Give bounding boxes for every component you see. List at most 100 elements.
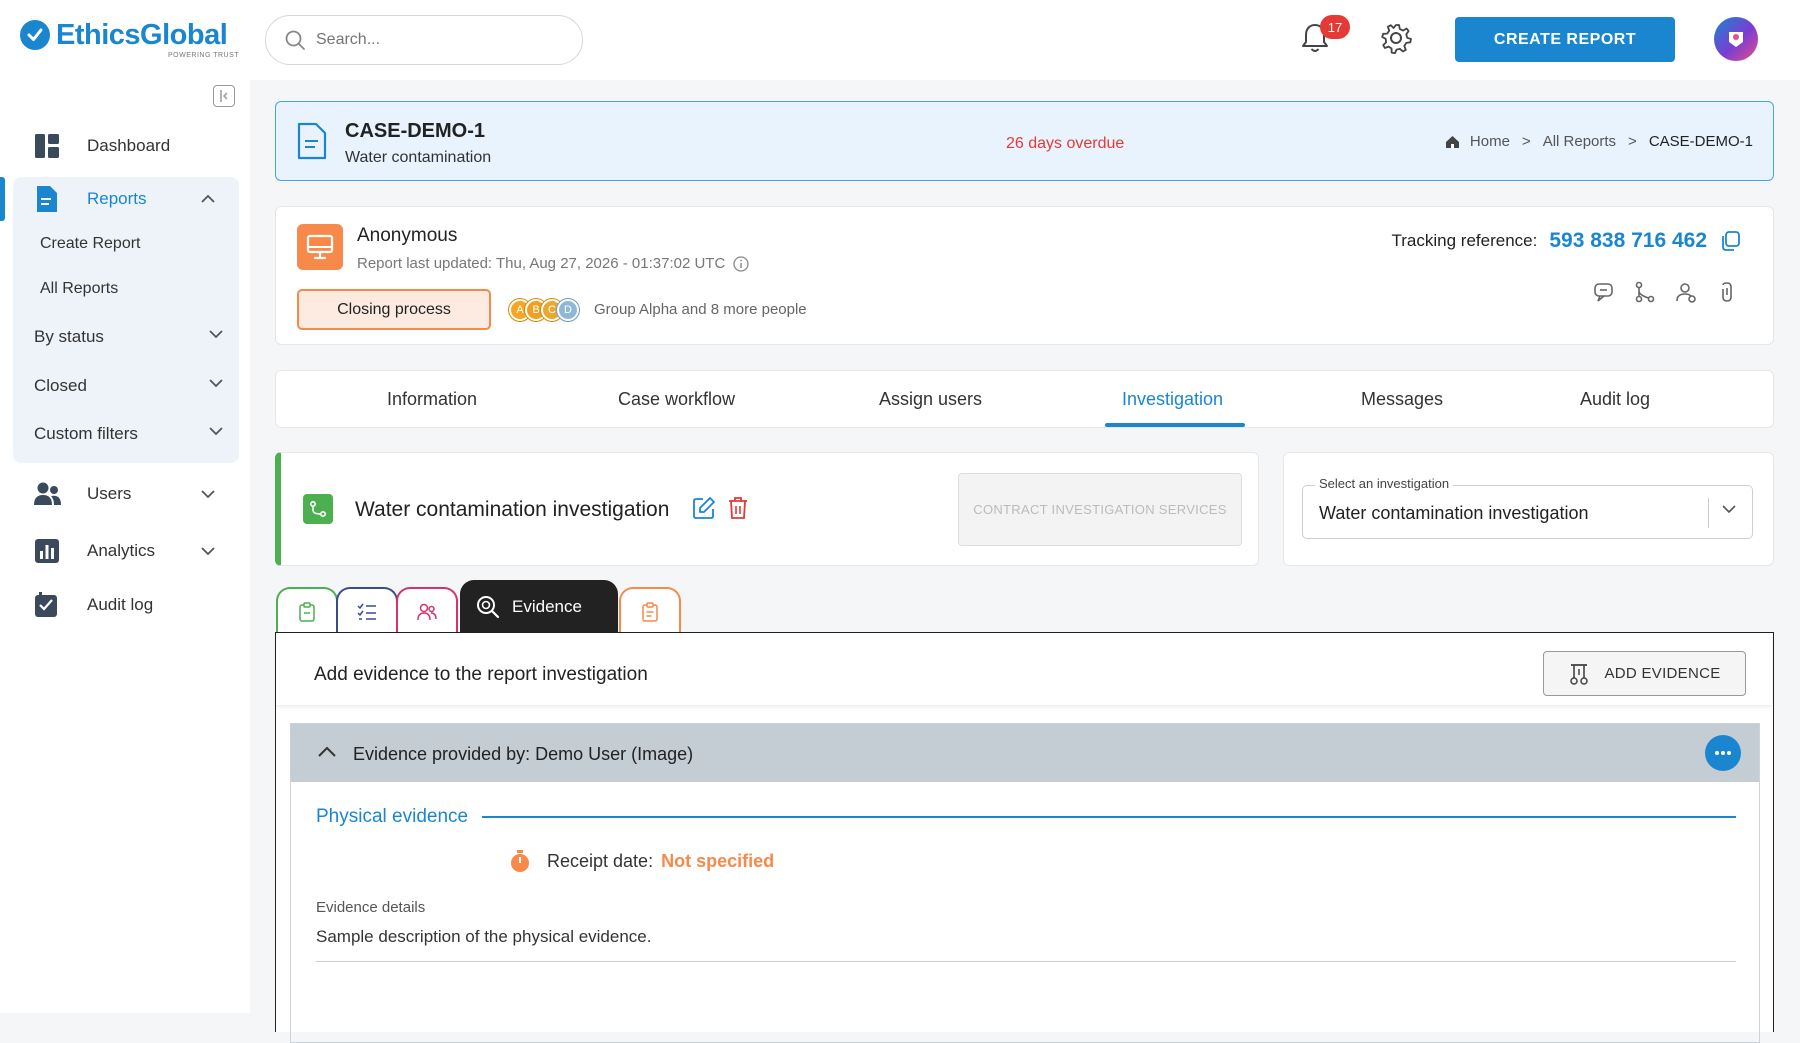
sidebar-item-label: Users bbox=[87, 484, 132, 503]
sidebar-filter-custom[interactable]: Custom filters bbox=[34, 424, 224, 444]
sidebar-item-label: Audit log bbox=[87, 595, 154, 614]
subtab-checklist[interactable] bbox=[336, 587, 398, 634]
evidence-item-title: Evidence provided by: Demo User (Image) bbox=[353, 744, 694, 764]
tab-assign-users[interactable]: Assign users bbox=[879, 389, 982, 410]
breadcrumb: Home > All Reports > CASE-DEMO-1 bbox=[1445, 133, 1753, 150]
chevron-down-icon bbox=[208, 426, 224, 436]
sidebar-item-users[interactable]: Users bbox=[0, 467, 250, 521]
tab-messages[interactable]: Messages bbox=[1361, 389, 1443, 410]
tracking-value: 593 838 716 462 bbox=[1549, 229, 1707, 252]
section-divider bbox=[316, 816, 1736, 818]
chevron-up-icon[interactable] bbox=[317, 744, 337, 758]
people-icon bbox=[417, 603, 437, 621]
delete-icon[interactable] bbox=[727, 496, 749, 520]
investigation-title: Water contamination investigation bbox=[355, 498, 670, 521]
attachment-icon[interactable] bbox=[1716, 281, 1738, 303]
brand-logo[interactable]: EthicsGlobal POWERING TRUST bbox=[20, 20, 239, 59]
evidence-add-icon bbox=[1570, 663, 1589, 685]
info-icon[interactable] bbox=[733, 255, 749, 272]
receipt-date: Receipt date: Not specified bbox=[509, 849, 774, 873]
stopwatch-icon bbox=[509, 849, 531, 873]
investigation-card: Water contamination investigation CONTRA… bbox=[275, 452, 1259, 566]
case-document-icon bbox=[296, 122, 328, 160]
subtab-label: Evidence bbox=[512, 597, 582, 616]
computer-monitor-icon bbox=[297, 224, 343, 270]
user-avatar[interactable] bbox=[1714, 17, 1758, 61]
sidebar-subitem-create-report[interactable]: Create Report bbox=[40, 235, 141, 253]
select-value: Water contamination investigation bbox=[1319, 503, 1589, 523]
search-input[interactable] bbox=[316, 31, 556, 49]
chevron-down-icon bbox=[200, 546, 216, 556]
subtab-summary[interactable] bbox=[276, 587, 338, 634]
user-assign-icon[interactable] bbox=[1675, 281, 1697, 303]
collapse-sidebar-icon[interactable] bbox=[213, 85, 235, 107]
sidebar-filter-closed[interactable]: Closed bbox=[34, 376, 224, 396]
details-divider bbox=[316, 961, 1736, 962]
assigned-group-text[interactable]: Group Alpha and 8 more people bbox=[594, 301, 807, 318]
chevron-up-icon[interactable] bbox=[200, 194, 216, 204]
create-report-button[interactable]: CREATE REPORT bbox=[1455, 17, 1675, 62]
case-header: CASE-DEMO-1 Water contamination 26 days … bbox=[275, 101, 1774, 181]
more-options-icon[interactable] bbox=[1705, 735, 1741, 771]
tab-investigation[interactable]: Investigation bbox=[1122, 389, 1223, 410]
select-divider bbox=[1708, 498, 1709, 528]
users-icon bbox=[34, 481, 62, 507]
edit-icon[interactable] bbox=[692, 496, 716, 520]
report-action-icons bbox=[1574, 281, 1738, 303]
sidebar-subitem-all-reports[interactable]: All Reports bbox=[40, 280, 118, 298]
sidebar-item-reports[interactable]: Reports bbox=[0, 172, 250, 226]
notification-count-badge: 17 bbox=[1320, 15, 1350, 39]
case-subtitle: Water contamination bbox=[345, 149, 492, 166]
contract-investigation-services-button[interactable]: CONTRACT INVESTIGATION SERVICES bbox=[958, 473, 1242, 546]
chevron-down-icon[interactable] bbox=[1721, 504, 1737, 514]
receipt-date-value: Not specified bbox=[661, 850, 775, 871]
tab-audit-log[interactable]: Audit log bbox=[1580, 389, 1650, 410]
add-evidence-button[interactable]: ADD EVIDENCE bbox=[1543, 651, 1746, 696]
user-bubble: D bbox=[557, 299, 579, 321]
evidence-item-header[interactable]: Evidence provided by: Demo User (Image) bbox=[291, 724, 1759, 782]
workflow-icon[interactable] bbox=[1634, 281, 1656, 303]
evidence-panel-header: Add evidence to the report investigation… bbox=[276, 633, 1772, 705]
investigation-select-card: Select an investigation Water contaminat… bbox=[1283, 452, 1774, 566]
chevron-down-icon bbox=[208, 378, 224, 388]
clipboard-icon bbox=[298, 601, 316, 622]
tab-case-workflow[interactable]: Case workflow bbox=[618, 389, 735, 410]
subtab-report-summary[interactable] bbox=[619, 587, 681, 634]
active-tab-indicator bbox=[1105, 423, 1245, 427]
sidebar-item-analytics[interactable]: Analytics bbox=[0, 524, 250, 578]
sidebar-filter-by-status[interactable]: By status bbox=[34, 327, 224, 347]
breadcrumb-all-reports[interactable]: All Reports bbox=[1543, 133, 1616, 150]
evidence-details-label: Evidence details bbox=[316, 899, 426, 916]
sidebar-item-dashboard[interactable]: Dashboard bbox=[0, 119, 250, 173]
tab-information[interactable]: Information bbox=[387, 389, 477, 410]
copy-icon[interactable] bbox=[1719, 230, 1741, 252]
search-box[interactable] bbox=[265, 15, 583, 65]
breadcrumb-separator: > bbox=[1628, 133, 1637, 150]
breadcrumb-home[interactable]: Home bbox=[1470, 133, 1510, 150]
evidence-search-icon bbox=[476, 595, 500, 619]
chevron-down-icon bbox=[200, 489, 216, 499]
select-label: Select an investigation bbox=[1315, 476, 1454, 491]
tracking-reference: Tracking reference: 593 838 716 462 bbox=[1392, 229, 1741, 253]
audit-log-icon bbox=[34, 592, 60, 618]
evidence-item: Evidence provided by: Demo User (Image) … bbox=[290, 723, 1760, 1043]
subtab-evidence[interactable]: Evidence bbox=[460, 580, 618, 634]
case-id: CASE-DEMO-1 bbox=[345, 120, 486, 142]
dashboard-icon bbox=[34, 133, 60, 159]
report-clipboard-icon bbox=[641, 601, 659, 622]
evidence-header-title: Add evidence to the report investigation bbox=[314, 664, 648, 685]
breadcrumb-current: CASE-DEMO-1 bbox=[1648, 133, 1753, 150]
assigned-users-avatars[interactable]: A B C D bbox=[509, 299, 579, 321]
sidebar-item-label: Analytics bbox=[87, 541, 156, 560]
status-closing-process-button[interactable]: Closing process bbox=[297, 289, 491, 330]
analytics-icon bbox=[34, 538, 60, 564]
sidebar-item-audit-log[interactable]: Audit log bbox=[0, 578, 250, 632]
reporter-card: Anonymous Report last updated: Thu, Aug … bbox=[275, 206, 1774, 345]
gear-icon[interactable] bbox=[1380, 22, 1412, 54]
subtab-people[interactable] bbox=[396, 587, 458, 634]
chat-monitor-icon[interactable] bbox=[1593, 281, 1615, 303]
physical-evidence-title: Physical evidence bbox=[316, 806, 483, 828]
investigation-select[interactable]: Select an investigation Water contaminat… bbox=[1302, 476, 1753, 539]
tracking-label: Tracking reference: bbox=[1391, 231, 1538, 250]
search-icon bbox=[284, 29, 306, 51]
